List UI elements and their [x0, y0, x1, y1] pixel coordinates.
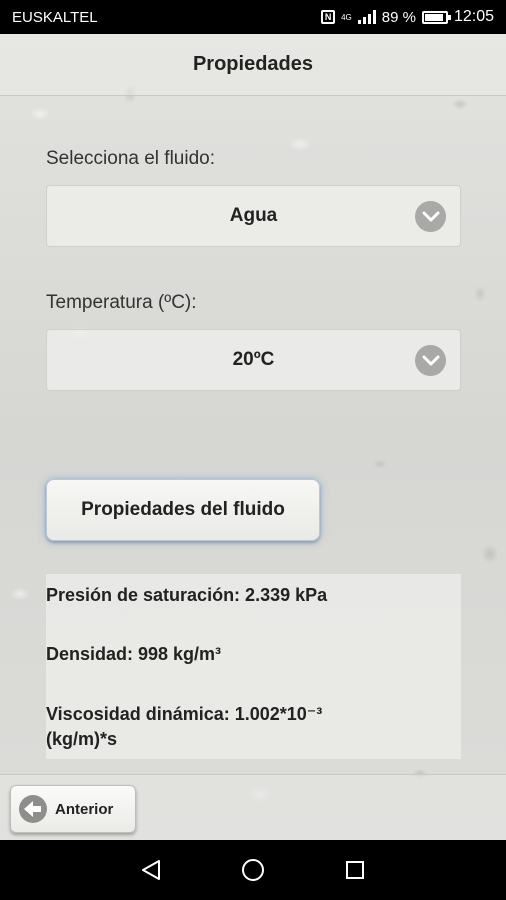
saturation-pressure-text: Presión de saturación: 2.339 kPa [46, 585, 328, 605]
main-content: Selecciona el fluido: Agua Temperatura (… [0, 96, 506, 774]
back-button[interactable]: Anterior [10, 785, 136, 833]
fluid-select-value: Agua [229, 205, 278, 226]
status-bar: EUSKALTEL N 4G 89 % 12:05 [0, 0, 506, 34]
app-screen: Propiedades Selecciona el fluido: Agua T… [0, 34, 506, 840]
app-header: Propiedades [0, 34, 506, 96]
page-title: Propiedades [192, 53, 314, 75]
status-icons: N 4G 89 % 12:05 [321, 8, 494, 26]
fluid-properties-button[interactable]: Propiedades del fluido [46, 479, 320, 541]
back-button-label: Anterior [55, 800, 114, 818]
fluid-label: Selecciona el fluido: [46, 148, 215, 169]
battery-percent: 89 % [381, 8, 416, 26]
fluid-select[interactable]: Agua [46, 185, 461, 247]
home-circle-icon[interactable] [238, 855, 268, 885]
arrow-left-icon [19, 795, 47, 823]
back-triangle-icon[interactable] [136, 855, 166, 885]
bottom-bar: Anterior [0, 774, 506, 840]
battery-icon [421, 10, 451, 24]
density-text: Densidad: 998 kg/m³ [46, 644, 222, 664]
temperature-label: Temperatura (ºC): [46, 292, 197, 313]
chevron-down-icon [415, 345, 446, 376]
viscosity-text-line2: (kg/m)*s [46, 729, 118, 749]
signal-icon [357, 10, 376, 24]
network-type: 4G [341, 12, 352, 22]
system-nav-bar [0, 840, 506, 900]
clock: 12:05 [453, 8, 494, 25]
chevron-down-icon [415, 201, 446, 232]
temperature-select[interactable]: 20ºC [46, 329, 461, 391]
viscosity-text-line1: Viscosidad dinámica: 1.002*10⁻³ [46, 704, 323, 724]
results-panel: Presión de saturación: 2.339 kPa Densida… [46, 574, 461, 759]
carrier-name: EUSKALTEL [12, 8, 98, 26]
recents-square-icon[interactable] [340, 855, 370, 885]
temperature-select-value: 20ºC [232, 349, 275, 370]
battery-fill [424, 13, 443, 21]
nfc-icon: N [321, 10, 336, 24]
